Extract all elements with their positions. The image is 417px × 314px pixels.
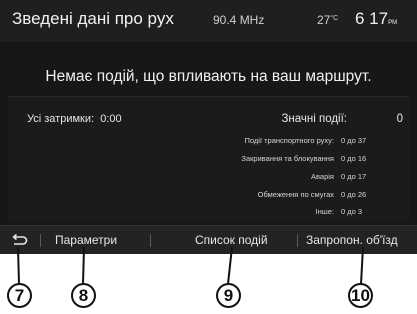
outside-temperature: 27°C — [317, 13, 338, 27]
clock-time: 6 17 — [355, 9, 389, 28]
radio-frequency: 90.4 MHz — [213, 13, 265, 27]
callout-8: 8 — [71, 283, 96, 308]
event-value-accident: 0 до 17 — [341, 172, 367, 181]
settings-button[interactable]: Параметри — [55, 226, 117, 254]
page-title: Зведені дані про рух — [12, 9, 174, 28]
delays-label: Усі затримки: — [27, 113, 95, 125]
events-list-button[interactable]: Список подій — [195, 226, 268, 254]
callout-10: 10 — [348, 283, 373, 308]
significant-events-value: 0 — [396, 113, 403, 125]
callout-9: 9 — [216, 283, 241, 308]
event-value-lane-restrictions: 0 до 26 — [341, 190, 367, 199]
event-label-closures: Закривання та блокування — [241, 154, 334, 163]
event-label-other: Інше: — [315, 207, 335, 216]
clock-suffix: PM — [388, 20, 398, 26]
event-value-closures: 0 до 16 — [341, 154, 367, 163]
event-label-traffic: Події транспортного руху: — [244, 136, 334, 145]
no-events-message: Немає подій, що впливають на ваш маршрут… — [45, 68, 372, 85]
bottom-toolbar: Параметри Список подій Запропон. об'їзд — [0, 225, 417, 254]
back-button[interactable] — [4, 226, 34, 254]
toolbar-divider — [40, 234, 41, 247]
event-value-traffic: 0 до 37 — [341, 136, 367, 145]
temperature-unit: °C — [330, 15, 339, 22]
callout-7: 7 — [7, 283, 32, 308]
status-bar: Зведені дані про рух 90.4 MHz 27°C 6 17P… — [0, 0, 417, 42]
navigation-screen: Зведені дані про рух 90.4 MHz 27°C 6 17P… — [0, 0, 417, 254]
total-delays: Усі затримки: 0:00 — [27, 113, 122, 125]
back-arrow-icon — [12, 233, 28, 245]
event-label-accident: Аварія — [311, 172, 334, 181]
clock: 6 17PM — [355, 9, 397, 29]
significant-events-label: Значні події: — [281, 113, 347, 125]
delays-value: 0:00 — [100, 113, 122, 125]
toolbar-divider — [150, 234, 151, 247]
toolbar-divider — [297, 234, 298, 247]
temperature-value: 27 — [317, 13, 331, 27]
event-value-other: 0 до 3 — [341, 207, 363, 216]
suggested-detour-button[interactable]: Запропон. об'їзд — [306, 226, 398, 254]
event-label-lane-restrictions: Обмеження по смугах — [257, 190, 334, 199]
